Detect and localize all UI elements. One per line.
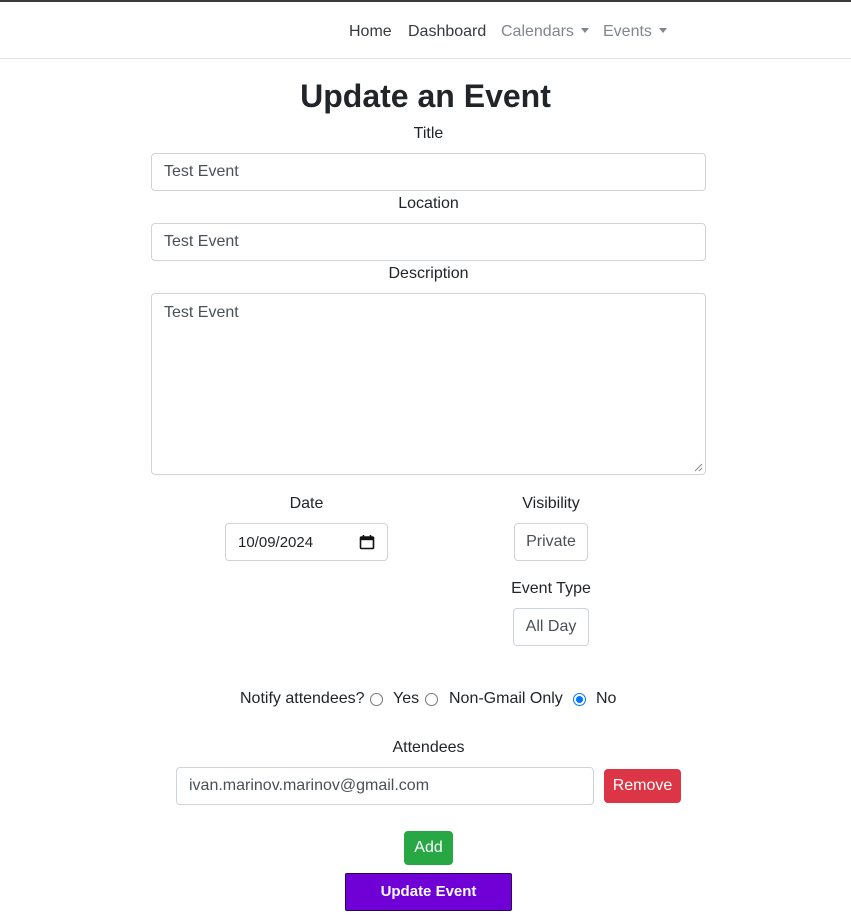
title-input[interactable]	[151, 153, 706, 191]
date-input[interactable]: 10/09/2024	[225, 523, 388, 561]
update-event-button[interactable]: Update Event	[345, 873, 512, 911]
notify-non-gmail-radio[interactable]	[425, 693, 438, 706]
attendees-label: Attendees	[392, 739, 465, 756]
location-label: Location	[398, 195, 459, 212]
event-type-select[interactable]: All Day	[513, 608, 589, 646]
location-input[interactable]	[151, 223, 706, 261]
nav-dashboard-link[interactable]: Dashboard	[408, 22, 486, 41]
nav-events-dropdown[interactable]: Events	[603, 22, 667, 41]
page-title: Update an Event	[300, 78, 551, 114]
attendee-email-input[interactable]	[176, 767, 594, 805]
nav-home-link[interactable]: Home	[349, 22, 392, 41]
chevron-down-icon	[658, 28, 667, 33]
visibility-label: Visibility	[522, 495, 580, 512]
notify-attendees-group: Notify attendees? Yes Non-Gmail Only No	[0, 689, 851, 711]
add-attendee-button[interactable]: Add	[404, 831, 453, 865]
visibility-select[interactable]: Private	[514, 523, 588, 561]
description-textarea[interactable]: Test Event	[151, 293, 706, 475]
chevron-down-icon	[580, 28, 589, 33]
remove-attendee-button[interactable]: Remove	[604, 769, 681, 803]
notify-yes-radio[interactable]	[370, 693, 383, 706]
notify-label: Notify attendees?	[240, 690, 365, 707]
nav-calendars-label: Calendars	[501, 23, 574, 40]
notify-no-label: No	[596, 690, 617, 707]
title-label: Title	[413, 125, 444, 142]
notify-non-gmail-label: Non-Gmail Only	[449, 690, 563, 707]
nav-events-label: Events	[603, 23, 652, 40]
date-value: 10/09/2024	[238, 533, 314, 551]
description-label: Description	[388, 265, 469, 282]
date-label: Date	[289, 495, 324, 512]
notify-yes-label: Yes	[393, 690, 420, 707]
navbar: Home Dashboard Calendars Events	[0, 2, 851, 59]
nav-calendars-dropdown[interactable]: Calendars	[501, 22, 589, 41]
calendar-icon[interactable]	[359, 534, 375, 550]
notify-no-radio[interactable]	[573, 693, 586, 706]
event-type-label: Event Type	[511, 580, 591, 597]
